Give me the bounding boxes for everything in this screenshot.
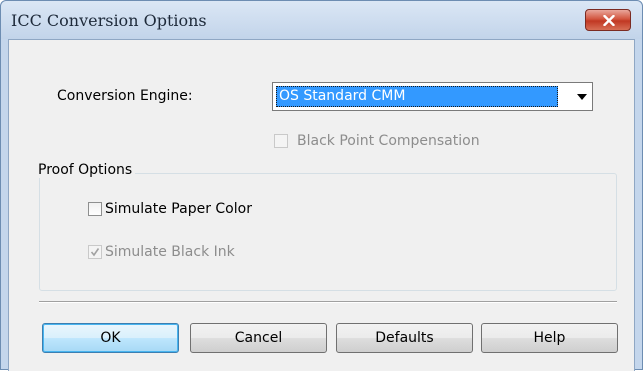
dialog-body: Conversion Engine: OS Standard CMM Black… <box>8 39 635 371</box>
conversion-engine-value: OS Standard CMM <box>276 86 558 107</box>
help-button[interactable]: Help <box>481 323 618 353</box>
checkmark-icon <box>90 248 100 257</box>
simulate-paper-color-checkbox[interactable] <box>88 202 102 216</box>
conversion-engine-label: Conversion Engine: <box>57 88 193 104</box>
close-icon <box>603 15 615 26</box>
simulate-paper-color-label: Simulate Paper Color <box>105 201 252 217</box>
ok-button[interactable]: OK <box>42 323 179 353</box>
title-bar[interactable]: ICC Conversion Options <box>1 1 642 39</box>
close-button[interactable] <box>585 9 631 31</box>
dialog-window: ICC Conversion Options Conversion Engine… <box>0 0 643 371</box>
conversion-engine-dropdown[interactable]: OS Standard CMM <box>272 82 593 111</box>
simulate-black-ink-label: Simulate Black Ink <box>105 244 235 260</box>
defaults-button[interactable]: Defaults <box>336 323 473 353</box>
simulate-black-ink-checkbox[interactable] <box>88 245 102 259</box>
separator <box>39 301 617 303</box>
window-title: ICC Conversion Options <box>11 11 207 30</box>
proof-options-title: Proof Options <box>35 162 136 178</box>
cancel-button[interactable]: Cancel <box>190 323 327 353</box>
proof-options-group <box>39 173 617 291</box>
black-point-compensation-label: Black Point Compensation <box>297 133 480 149</box>
black-point-compensation-checkbox[interactable] <box>274 134 288 148</box>
dropdown-arrow-icon[interactable] <box>577 94 587 100</box>
